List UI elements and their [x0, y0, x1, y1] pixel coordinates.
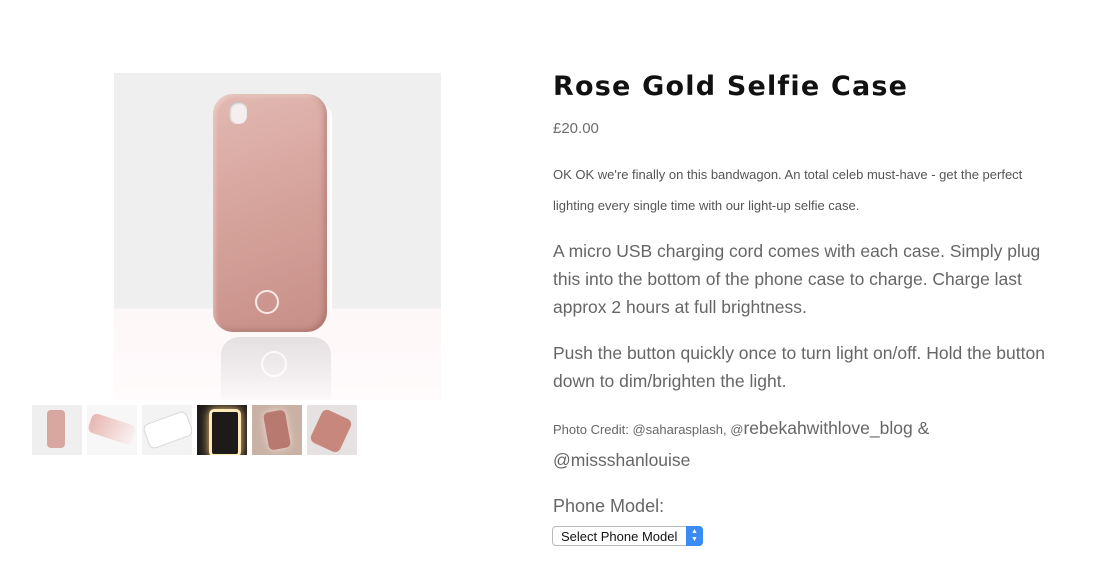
- phone-model-selected: Select Phone Model: [561, 529, 678, 544]
- camera-cutout: [229, 102, 247, 124]
- thumbnail-6[interactable]: [307, 405, 357, 455]
- charging-paragraph: A micro USB charging cord comes with eac…: [553, 241, 1041, 317]
- product-title: Rose Gold Selfie Case: [553, 71, 909, 102]
- phone-model-select[interactable]: Select Phone Model ▲ ▼: [552, 526, 703, 546]
- light-button: [255, 290, 279, 314]
- product-main-image: [114, 73, 441, 400]
- button-paragraph: Push the button quickly once to turn lig…: [553, 343, 1045, 391]
- reflection-button: [261, 351, 287, 377]
- phone-reflection: [221, 337, 331, 400]
- thumbnail-5[interactable]: [252, 405, 302, 455]
- phone-case: [213, 94, 327, 332]
- product-price: £20.00: [553, 120, 599, 137]
- thumbnail-4[interactable]: [197, 405, 247, 455]
- updown-chevron-icon[interactable]: ▲ ▼: [686, 526, 703, 546]
- photo-credit-prefix: Photo Credit: @saharasplash, @: [553, 422, 744, 437]
- thumbnail-3[interactable]: [142, 405, 192, 455]
- phone-model-label: Phone Model:: [553, 496, 665, 516]
- photo-credit: Photo Credit: @saharasplash, @rebekahwit…: [553, 413, 1053, 477]
- thumbnail-1[interactable]: [32, 405, 82, 455]
- thumbnail-2[interactable]: [87, 405, 137, 455]
- product-intro: OK OK we're finally on this bandwagon. A…: [553, 167, 1023, 213]
